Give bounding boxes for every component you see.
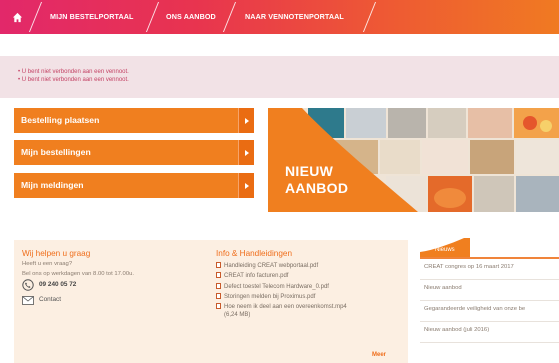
nieuw-aanbod-banner[interactable]: NIEUW AANBOD	[268, 108, 559, 212]
menu-mijn-meldingen[interactable]: Mijn meldingen	[14, 173, 254, 198]
home-icon	[12, 12, 22, 22]
menu-bestelling-plaatsen[interactable]: Bestelling plaatsen	[14, 108, 254, 133]
news-item[interactable]: Gegarandeerde veiligheid van onze be	[420, 302, 559, 322]
news-item[interactable]: Nieuw aanbod (juli 2016)	[420, 323, 559, 343]
chevron-right-icon	[238, 173, 254, 198]
info-panel	[14, 240, 408, 363]
phone-icon	[22, 279, 34, 291]
menu-mijn-bestellingen[interactable]: Mijn bestellingen	[14, 140, 254, 165]
news-item[interactable]: CREAT congres op 16 maart 2017	[420, 260, 559, 280]
video-icon	[216, 303, 221, 309]
phone-number[interactable]: 09 240 05 72	[39, 281, 76, 288]
doc-link[interactable]: Storingen melden bij Proximus.pdf	[216, 293, 315, 300]
more-link[interactable]: Meer	[372, 352, 386, 358]
help-title: Wij helpen u graag	[22, 249, 91, 258]
contact-link[interactable]: Contact	[39, 296, 61, 303]
pdf-icon	[216, 262, 221, 268]
mail-icon	[22, 296, 34, 305]
nav-mijn-bestelportaal[interactable]: MIJN BESTELPORTAAL	[50, 0, 134, 34]
banner-title: AANBOD	[285, 180, 349, 196]
doc-link[interactable]: CREAT info facturen.pdf	[216, 272, 288, 279]
doc-link[interactable]: Hoe neem ik deel aan een overeenkomst.mp…	[216, 303, 347, 310]
news-label: Nieuws	[435, 247, 455, 253]
pdf-icon	[216, 283, 221, 289]
nav-separator	[147, 2, 157, 32]
error-message: • U bent niet verbonden aan een vennoot.	[18, 77, 129, 83]
menu-label: Mijn bestellingen	[21, 147, 91, 157]
doc-link[interactable]: Handleiding CREAT webportaal.pdf	[216, 262, 318, 269]
doc-size: (6,24 MB)	[224, 312, 251, 318]
home-button[interactable]	[4, 0, 30, 34]
pdf-icon	[216, 272, 221, 278]
info-title: Info & Handleidingen	[216, 249, 293, 258]
top-navigation: MIJN BESTELPORTAAL ONS AANBOD NAAR VENNO…	[0, 0, 559, 34]
chevron-right-icon	[238, 140, 254, 165]
menu-label: Mijn meldingen	[21, 180, 84, 190]
pdf-icon	[216, 293, 221, 299]
banner-title: NIEUW	[285, 163, 334, 179]
news-item[interactable]: Nieuw aanbod	[420, 281, 559, 301]
doc-link[interactable]: Defect toestel Telecom Hardware_0.pdf	[216, 283, 329, 290]
error-message: • U bent niet verbonden aan een vennoot.	[18, 69, 129, 75]
news-divider	[420, 257, 559, 259]
nav-naar-vennotenportaal[interactable]: NAAR VENNOTENPORTAAL	[245, 0, 344, 34]
nav-ons-aanbod[interactable]: ONS AANBOD	[166, 0, 216, 34]
menu-label: Bestelling plaatsen	[21, 115, 100, 125]
help-hours: Bel ons op werkdagen van 8.00 tot 17.00u…	[22, 271, 135, 277]
chevron-right-icon	[238, 108, 254, 133]
nav-separator	[30, 2, 40, 32]
nav-separator	[224, 2, 234, 32]
nav-separator	[364, 2, 374, 32]
help-question: Heeft u een vraag?	[22, 261, 73, 267]
banner-wedge	[268, 108, 418, 212]
